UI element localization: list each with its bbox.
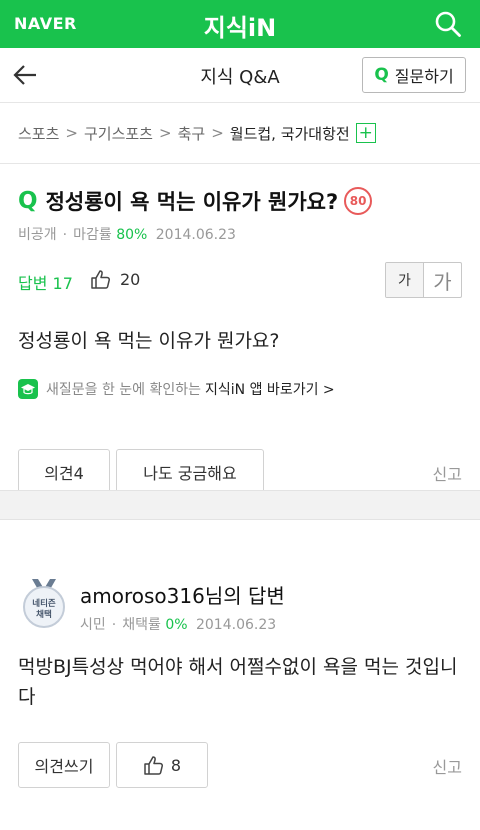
adopt-rate-label: 채택률 <box>122 617 161 633</box>
question-body: 정성룡이 욕 먹는 이유가 뭔가요? <box>18 330 280 352</box>
question-author: 비공개 <box>18 227 57 243</box>
breadcrumb-item[interactable]: 월드컵, 국가대항전 <box>230 123 350 144</box>
answer-like-count: 8 <box>170 755 182 775</box>
font-size-toggle: 가 가 <box>385 262 462 298</box>
answer-title[interactable]: amoroso316님의 답변 <box>80 580 285 609</box>
thumbs-up-icon <box>91 270 110 289</box>
graduation-cap-icon <box>18 379 38 399</box>
top-bar: NAVER 지식iN <box>0 0 480 48</box>
report-question-button[interactable]: 신고 <box>433 461 462 485</box>
question-title: 정성룡이 욕 먹는 이유가 뭔가요? <box>45 190 339 214</box>
close-rate-value: 80% <box>116 227 148 243</box>
q-icon: Q <box>374 65 389 85</box>
badge-line1: 네티즌 <box>32 598 56 609</box>
breadcrumb-separator: > <box>211 124 224 142</box>
section-divider <box>0 490 480 520</box>
ask-question-button[interactable]: Q 질문하기 <box>362 57 466 93</box>
badge-line2: 채택 <box>36 609 52 620</box>
answer-count: 답변 17 <box>18 274 73 293</box>
like-count: 20 <box>120 269 141 289</box>
breadcrumb-separator: > <box>159 124 172 142</box>
opinion-button[interactable]: 의견4 <box>18 449 110 495</box>
font-big-button[interactable]: 가 <box>424 263 461 297</box>
question-title-row: Q 정성룡이 욕 먹는 이유가 뭔가요? 80 <box>18 186 462 216</box>
write-opinion-button[interactable]: 의견쓰기 <box>18 742 110 788</box>
breadcrumb: 스포츠 > 구기스포츠 > 축구 > 월드컵, 국가대항전 + <box>0 103 480 164</box>
answer-body: 먹방BJ특성상 먹어야 해서 어쩔수없이 욕을 먹는 것입니다 <box>18 656 458 708</box>
question-meta: 비공개 · 마감률 80% 2014.06.23 <box>18 227 236 243</box>
points-badge: 80 <box>344 187 373 215</box>
answer-meta: 시민 · 채택률 0% 2014.06.23 <box>80 617 277 633</box>
netizen-badge-icon: 네티즌 채택 <box>23 579 65 628</box>
question-q-icon: Q <box>18 188 38 214</box>
breadcrumb-separator: > <box>65 124 78 142</box>
thumbs-up-icon <box>144 756 163 775</box>
answer-date: 2014.06.23 <box>195 617 277 633</box>
close-rate-label: 마감률 <box>73 227 112 243</box>
question-actions: 의견4 나도 궁금해요 신고 <box>18 449 462 495</box>
answer-like-button[interactable]: 8 <box>116 742 208 788</box>
app-promo-link[interactable]: 새질문을 한 눈에 확인하는 지식iN 앱 바로가기 > <box>18 379 462 399</box>
font-small-button[interactable]: 가 <box>386 263 424 297</box>
adopt-rate-value: 0% <box>165 617 188 633</box>
sub-header: 지식 Q&A Q 질문하기 <box>0 48 480 103</box>
ask-question-label: 질문하기 <box>394 67 454 86</box>
like-button[interactable]: 20 <box>90 268 140 290</box>
me-too-curious-button[interactable]: 나도 궁금해요 <box>116 449 264 495</box>
answerer-rank: 시민 <box>80 617 106 633</box>
promo-app-link[interactable]: 지식iN 앱 바로가기 > <box>205 379 335 399</box>
question-section: Q 정성룡이 욕 먹는 이유가 뭔가요? 80 비공개 · 마감률 80% 2014… <box>0 186 480 495</box>
question-stats: 답변 17 20 가 가 <box>18 262 462 298</box>
report-answer-button[interactable]: 신고 <box>433 754 462 778</box>
add-category-button[interactable]: + <box>355 123 376 143</box>
search-icon[interactable] <box>434 10 462 38</box>
answer-actions: 의견쓰기 8 신고 <box>18 742 462 788</box>
answer-header: amoroso316님의 답변 시민 · 채택률 0% 2014.06.23 <box>80 580 285 634</box>
breadcrumb-item[interactable]: 축구 <box>178 123 206 144</box>
breadcrumb-item[interactable]: 구기스포츠 <box>84 123 153 144</box>
promo-text: 새질문을 한 눈에 확인하는 <box>46 382 202 398</box>
breadcrumb-item[interactable]: 스포츠 <box>18 123 59 144</box>
question-date: 2014.06.23 <box>155 227 236 243</box>
service-title[interactable]: 지식iN <box>0 8 480 43</box>
